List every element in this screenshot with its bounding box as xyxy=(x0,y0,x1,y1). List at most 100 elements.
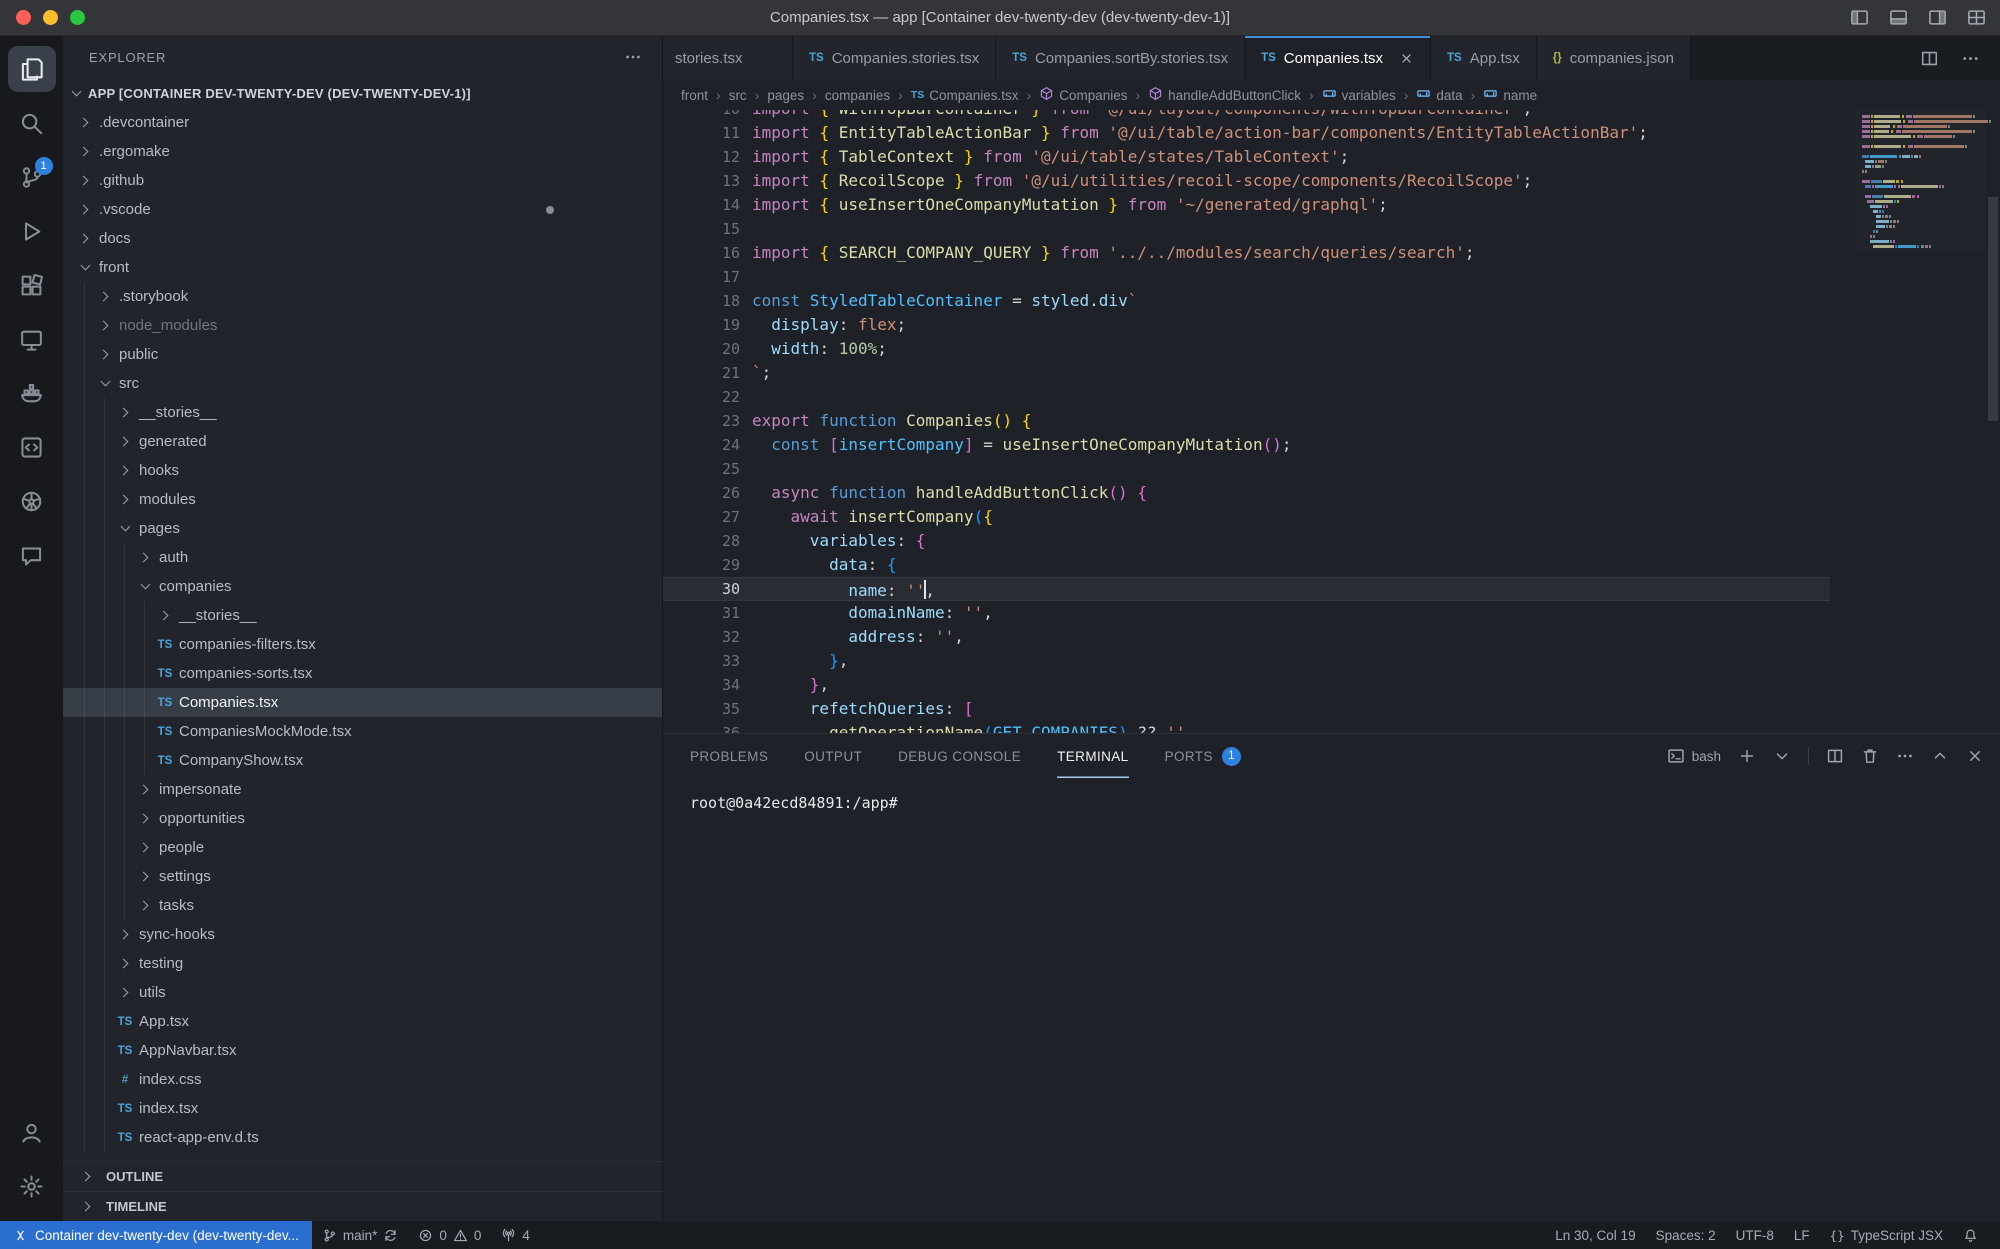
code-line-29[interactable]: 29 data: { xyxy=(663,553,1830,577)
line-number[interactable]: 19 xyxy=(663,313,740,337)
tree-folder-src[interactable]: src xyxy=(63,369,662,398)
tree-file-CompanyShow.tsx[interactable]: TSCompanyShow.tsx xyxy=(63,746,662,775)
line-number[interactable]: 36 xyxy=(663,721,740,733)
tree-file-index.css[interactable]: #index.css xyxy=(63,1065,662,1094)
line-number[interactable]: 15 xyxy=(663,217,740,241)
tree-folder-.github[interactable]: .github xyxy=(63,166,662,195)
tree-file-companies-filters.tsx[interactable]: TScompanies-filters.tsx xyxy=(63,630,662,659)
container-tools-icon[interactable] xyxy=(8,424,56,470)
tab-Companies.tsx[interactable]: TSCompanies.tsx xyxy=(1245,36,1431,80)
code-line-11[interactable]: 11import { EntityTableActionBar } from '… xyxy=(663,121,1830,145)
code-line-17[interactable]: 17 xyxy=(663,265,1830,289)
code-line-36[interactable]: 36 getOperationName(GET_COMPANIES) ?? ''… xyxy=(663,721,1830,733)
tab-Companies.sortBy.stories.tsx[interactable]: TSCompanies.sortBy.stories.tsx xyxy=(996,36,1245,80)
tree-folder-tasks[interactable]: tasks xyxy=(63,891,662,920)
code-line-28[interactable]: 28 variables: { xyxy=(663,529,1830,553)
tree-file-companies-sorts.tsx[interactable]: TScompanies-sorts.tsx xyxy=(63,659,662,688)
line-number[interactable]: 30 xyxy=(663,577,740,601)
encoding-indicator[interactable]: UTF-8 xyxy=(1726,1221,1784,1249)
tree-file-CompaniesMockMode.tsx[interactable]: TSCompaniesMockMode.tsx xyxy=(63,717,662,746)
maximize-panel-icon[interactable] xyxy=(1931,747,1949,765)
line-number[interactable]: 35 xyxy=(663,697,740,721)
line-number[interactable]: 20 xyxy=(663,337,740,361)
tree-folder-impersonate[interactable]: impersonate xyxy=(63,775,662,804)
code-line-23[interactable]: 23export function Companies() { xyxy=(663,409,1830,433)
breadcrumb-data[interactable]: data xyxy=(1416,86,1462,104)
tree-file-App.tsx[interactable]: TSApp.tsx xyxy=(63,1007,662,1036)
code-line-30[interactable]: 30 name: '', xyxy=(663,577,1830,601)
code-line-14[interactable]: 14import { useInsertOneCompanyMutation }… xyxy=(663,193,1830,217)
breadcrumb-Companies.tsx[interactable]: TSCompanies.tsx xyxy=(911,88,1019,103)
workspace-section-header[interactable]: APP [CONTAINER DEV-TWENTY-DEV (DEV-TWENT… xyxy=(63,78,662,108)
tree-folder-node_modules[interactable]: node_modules xyxy=(63,311,662,340)
breadcrumb-src[interactable]: src xyxy=(729,88,747,103)
minimap[interactable] xyxy=(1856,110,1986,250)
tree-folder-__stories__[interactable]: __stories__ xyxy=(63,601,662,630)
breadcrumb-handleAddButtonClick[interactable]: handleAddButtonClick xyxy=(1148,86,1301,104)
kubernetes-icon[interactable] xyxy=(8,478,56,524)
code-line-20[interactable]: 20 width: 100%; xyxy=(663,337,1830,361)
eol-indicator[interactable]: LF xyxy=(1784,1221,1820,1249)
explorer-more-actions-icon[interactable] xyxy=(624,48,642,66)
line-number[interactable]: 31 xyxy=(663,601,740,625)
tree-folder-companies[interactable]: companies xyxy=(63,572,662,601)
tree-folder-auth[interactable]: auth xyxy=(63,543,662,572)
tree-folder-public[interactable]: public xyxy=(63,340,662,369)
source-control-icon[interactable]: 1 xyxy=(8,154,56,200)
explorer-icon[interactable] xyxy=(8,46,56,92)
indent-indicator[interactable]: Spaces: 2 xyxy=(1646,1221,1726,1249)
sidebar-section-outline[interactable]: OUTLINE xyxy=(63,1161,662,1191)
breadcrumb-Companies[interactable]: Companies xyxy=(1039,86,1127,104)
code-editor[interactable]: 10import { WithTopBarContainer } from '@… xyxy=(663,110,2000,733)
code-line-25[interactable]: 25 xyxy=(663,457,1830,481)
breadcrumb-name[interactable]: name xyxy=(1483,86,1537,104)
line-number[interactable]: 32 xyxy=(663,625,740,649)
tree-folder-people[interactable]: people xyxy=(63,833,662,862)
minimize-window-button[interactable] xyxy=(43,10,58,25)
terminal-dropdown-icon[interactable] xyxy=(1773,747,1791,765)
extensions-icon[interactable] xyxy=(8,262,56,308)
breadcrumb-pages[interactable]: pages xyxy=(767,88,804,103)
line-number[interactable]: 12 xyxy=(663,145,740,169)
panel-tab-output[interactable]: OUTPUT xyxy=(804,734,862,778)
code-line-13[interactable]: 13import { RecoilScope } from '@/ui/util… xyxy=(663,169,1830,193)
tree-folder-opportunities[interactable]: opportunities xyxy=(63,804,662,833)
run-and-debug-icon[interactable] xyxy=(8,208,56,254)
line-number[interactable]: 16 xyxy=(663,241,740,265)
branch-indicator[interactable]: main* xyxy=(312,1221,409,1249)
line-number[interactable]: 33 xyxy=(663,649,740,673)
breadcrumb-companies[interactable]: companies xyxy=(825,88,890,103)
tree-folder-.vscode[interactable]: .vscode xyxy=(63,195,662,224)
problems-indicator[interactable]: 0 0 xyxy=(408,1221,491,1249)
line-number[interactable]: 22 xyxy=(663,385,740,409)
tree-folder-hooks[interactable]: hooks xyxy=(63,456,662,485)
line-number[interactable]: 13 xyxy=(663,169,740,193)
tree-folder-utils[interactable]: utils xyxy=(63,978,662,1007)
line-number[interactable]: 17 xyxy=(663,265,740,289)
breadcrumb-variables[interactable]: variables xyxy=(1322,86,1396,104)
panel-tab-problems[interactable]: PROBLEMS xyxy=(690,734,768,778)
search-icon[interactable] xyxy=(8,100,56,146)
toggle-secondary-sidebar-icon[interactable] xyxy=(1928,8,1947,27)
tree-folder-__stories__[interactable]: __stories__ xyxy=(63,398,662,427)
line-number[interactable]: 18 xyxy=(663,289,740,313)
editor-scrollbar[interactable] xyxy=(1986,110,2000,733)
editor-more-actions-icon[interactable] xyxy=(1961,49,1980,68)
code-line-22[interactable]: 22 xyxy=(663,385,1830,409)
sidebar-section-timeline[interactable]: TIMELINE xyxy=(63,1191,662,1221)
new-terminal-icon[interactable] xyxy=(1738,747,1756,765)
close-panel-icon[interactable] xyxy=(1966,747,1984,765)
code-line-24[interactable]: 24 const [insertCompany] = useInsertOneC… xyxy=(663,433,1830,457)
code-line-16[interactable]: 16import { SEARCH_COMPANY_QUERY } from '… xyxy=(663,241,1830,265)
language-indicator[interactable]: {} TypeScript JSX xyxy=(1820,1221,1953,1249)
line-number[interactable]: 21 xyxy=(663,361,740,385)
tree-file-react-app-env.d.ts[interactable]: TSreact-app-env.d.ts xyxy=(63,1123,662,1152)
panel-tab-debug-console[interactable]: DEBUG CONSOLE xyxy=(898,734,1021,778)
code-line-35[interactable]: 35 refetchQueries: [ xyxy=(663,697,1830,721)
line-number[interactable]: 14 xyxy=(663,193,740,217)
code-line-26[interactable]: 26 async function handleAddButtonClick()… xyxy=(663,481,1830,505)
comments-icon[interactable] xyxy=(8,532,56,578)
tree-folder-generated[interactable]: generated xyxy=(63,427,662,456)
zoom-window-button[interactable] xyxy=(70,10,85,25)
toggle-primary-sidebar-icon[interactable] xyxy=(1850,8,1869,27)
